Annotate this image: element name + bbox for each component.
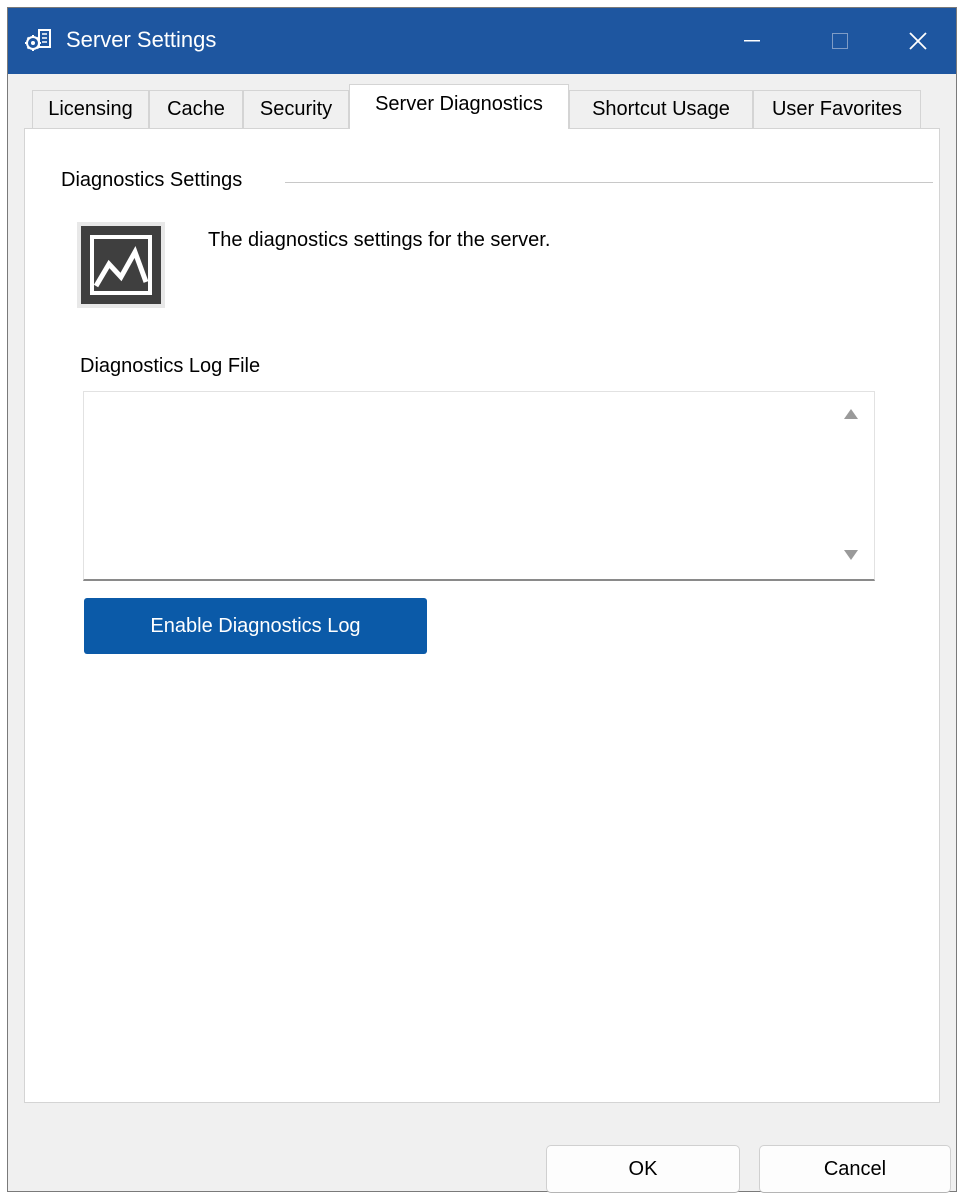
group-divider xyxy=(285,182,933,183)
server-settings-app-icon xyxy=(24,28,52,54)
log-file-label: Diagnostics Log File xyxy=(80,355,261,377)
tab-user-favorites[interactable]: User Favorites xyxy=(753,90,921,128)
diagnostics-chart-icon xyxy=(77,222,165,308)
scroll-down-icon[interactable] xyxy=(844,547,858,565)
tab-label: Security xyxy=(259,98,333,120)
ok-button[interactable]: OK xyxy=(546,1145,740,1193)
tab-label: Shortcut Usage xyxy=(592,98,730,120)
tab-licensing[interactable]: Licensing xyxy=(32,90,149,128)
minimize-icon xyxy=(744,40,760,42)
tab-security[interactable]: Security xyxy=(243,90,349,128)
tab-label: Licensing xyxy=(48,98,133,120)
tab-label: Server Diagnostics xyxy=(375,92,543,115)
group-header: Diagnostics Settings xyxy=(61,169,255,192)
tab-label: Cache xyxy=(167,98,225,120)
scroll-up-icon[interactable] xyxy=(844,406,858,424)
maximize-icon xyxy=(832,33,848,49)
server-settings-window: Server Settings Licensing Cache Security… xyxy=(7,7,957,1193)
title-bar[interactable]: Server Settings xyxy=(8,8,956,74)
enable-diagnostics-log-button[interactable]: Enable Diagnostics Log xyxy=(84,598,427,654)
tab-panel-server-diagnostics: Diagnostics Settings The diagnostics set… xyxy=(24,128,940,1103)
tab-cache[interactable]: Cache xyxy=(149,90,243,128)
tab-server-diagnostics[interactable]: Server Diagnostics xyxy=(349,84,569,129)
maximize-button[interactable] xyxy=(802,8,878,74)
close-button[interactable] xyxy=(880,8,956,74)
tab-shortcut-usage[interactable]: Shortcut Usage xyxy=(569,90,753,128)
minimize-button[interactable] xyxy=(714,8,790,74)
window-title: Server Settings xyxy=(66,27,217,52)
tab-label: User Favorites xyxy=(771,98,903,120)
log-file-textarea[interactable] xyxy=(83,391,875,581)
close-icon xyxy=(909,32,927,50)
description-text: The diagnostics settings for the server. xyxy=(208,229,551,251)
cancel-button[interactable]: Cancel xyxy=(759,1145,951,1193)
